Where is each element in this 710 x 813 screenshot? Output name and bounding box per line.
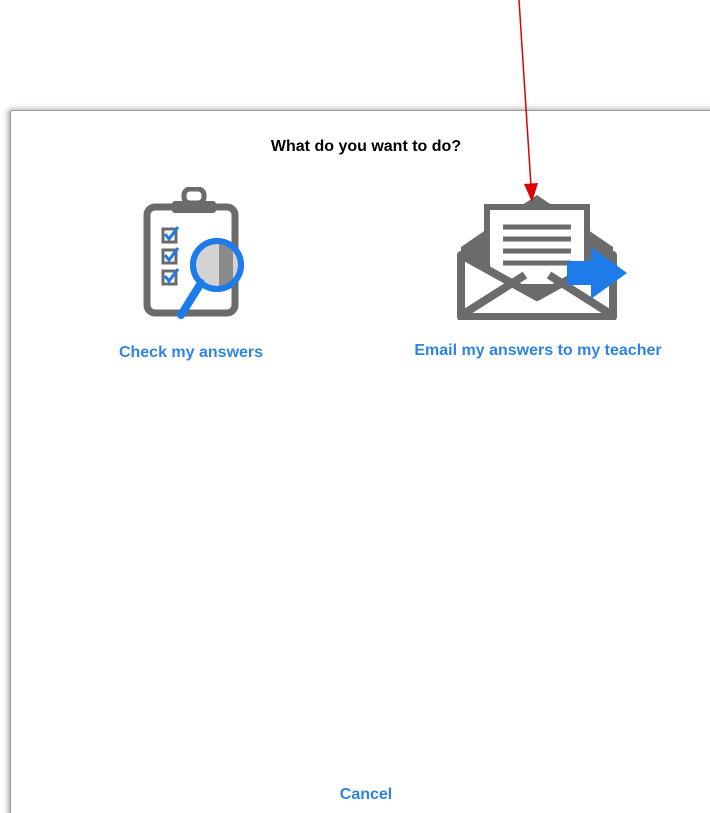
check-answers-option[interactable]: Check my answers <box>101 187 281 367</box>
envelope-send-icon <box>457 195 627 320</box>
action-dialog: What do you want to do? Check my answers… <box>10 110 710 813</box>
cancel-button[interactable]: Cancel <box>11 786 710 804</box>
page: What do you want to do? Check my answers… <box>0 0 710 813</box>
check-answers-label[interactable]: Check my answers <box>101 344 281 362</box>
dialog-title: What do you want to do? <box>270 138 462 155</box>
email-answers-option[interactable]: Email my answers to my teacher <box>383 185 693 365</box>
email-answers-label[interactable]: Email my answers to my teacher <box>383 342 693 360</box>
clipboard-magnifier-icon <box>143 187 244 319</box>
